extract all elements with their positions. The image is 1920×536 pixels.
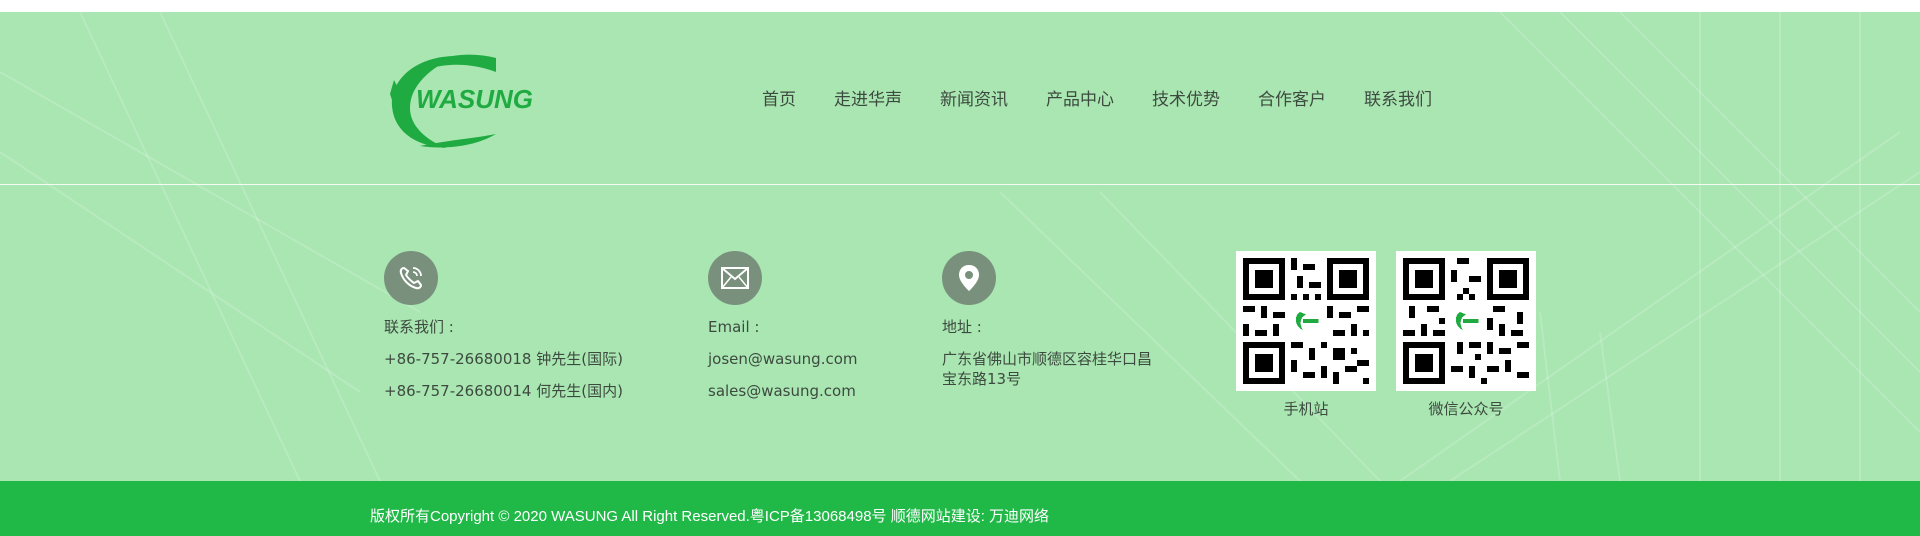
logo-text: WASUNG [416, 84, 533, 114]
qr-wechat-account: 微信公众号 [1396, 251, 1536, 419]
qr-mobile-caption: 手机站 [1283, 400, 1329, 418]
phone-label: 联系我们 : [384, 318, 454, 336]
header-band: WASUNG 首页 走进华声 新闻资讯 产品中心 技术优势 合作客户 联系我们 [0, 12, 1920, 184]
email-label: Email : [708, 318, 760, 336]
phone-line-international[interactable]: +86-757-26680018 钟先生(国际) [384, 349, 623, 369]
qr-code-icon [1396, 251, 1536, 391]
nav-item-technology[interactable]: 技术优势 [1152, 85, 1220, 111]
nav-item-clients[interactable]: 合作客户 [1258, 85, 1326, 111]
email-line-josen[interactable]: josen@wasung.com [708, 349, 858, 369]
wasung-logo-icon[interactable]: WASUNG [386, 50, 552, 150]
nav-item-about[interactable]: 走进华声 [834, 85, 902, 111]
contact-address-column: 地址 : 广东省佛山市顺德区容桂华口昌宝东路13号 [942, 251, 1152, 389]
phone-line-domestic[interactable]: +86-757-26680014 何先生(国内) [384, 381, 623, 401]
nav-item-contact[interactable]: 联系我们 [1364, 85, 1432, 111]
copyright-bar: 版权所有Copyright © 2020 WASUNG All Right Re… [0, 481, 1920, 536]
nav-item-home[interactable]: 首页 [762, 85, 796, 111]
phone-icon [384, 251, 438, 305]
nav-item-products[interactable]: 产品中心 [1046, 85, 1114, 111]
qr-code-icon [1236, 251, 1376, 391]
copyright-text: 版权所有Copyright © 2020 WASUNG All Right Re… [370, 508, 1050, 525]
location-icon [942, 251, 996, 305]
site-footer: WASUNG 首页 走进华声 新闻资讯 产品中心 技术优势 合作客户 联系我们 … [0, 12, 1920, 481]
qr-wechat-caption: 微信公众号 [1428, 400, 1504, 418]
main-nav: 首页 走进华声 新闻资讯 产品中心 技术优势 合作客户 联系我们 [762, 85, 1432, 111]
contact-phone-column: 联系我们 : +86-757-26680018 钟先生(国际) +86-757-… [384, 251, 623, 401]
address-label: 地址 : [942, 318, 982, 336]
address-text: 广东省佛山市顺德区容桂华口昌宝东路13号 [942, 350, 1153, 388]
header-divider [0, 184, 1920, 185]
nav-item-news[interactable]: 新闻资讯 [940, 85, 1008, 111]
contact-email-column: Email : josen@wasung.com sales@wasung.co… [708, 251, 858, 401]
mail-icon [708, 251, 762, 305]
email-line-sales[interactable]: sales@wasung.com [708, 381, 858, 401]
qr-mobile-site: 手机站 [1236, 251, 1376, 419]
